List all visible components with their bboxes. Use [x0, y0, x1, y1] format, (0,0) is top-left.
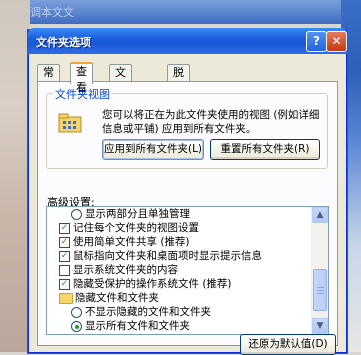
tab-offline-files[interactable]: 脱机文件 — [167, 64, 190, 127]
dialog-titlebar[interactable]: 文件夹选项 ? ✕ — [28, 28, 347, 54]
view-tab-panel: 文件夹视图 您可以将正在为此文件夹使用的视图 (例如详细信息或平铺) 应用到所有… — [37, 81, 338, 346]
advanced-setting-row[interactable]: ✓ 隐藏受保护的操作系统文件 (推荐) — [47, 277, 310, 291]
setting-label: 记住每个文件夹的视图设置 — [73, 222, 199, 234]
dialog-title: 文件夹选项 — [36, 36, 91, 49]
folder-views-group: 文件夹视图 您可以将正在为此文件夹使用的视图 (例如详细信息或平铺) 应用到所有… — [46, 86, 328, 169]
folder-icon — [59, 293, 73, 304]
folder-views-description: 您可以将正在为此文件夹使用的视图 (例如详细信息或平铺) 应用到所有文件夹。 — [102, 109, 320, 135]
advanced-settings-list[interactable]: 显示两部分且单独管理 ✓ 记住每个文件夹的视图设置 ✓ 使用简单文件共享 (推荐) ✓ 鼠标… — [46, 206, 329, 335]
setting-checkbox[interactable]: ✓ — [59, 251, 70, 262]
scroll-thumb-grip — [317, 287, 324, 288]
advanced-setting-row[interactable]: 不显示隐藏的文件和文件夹 — [47, 305, 310, 319]
setting-label: 使用简单文件共享 (推荐) — [73, 236, 190, 248]
setting-label: 显示两部分且单独管理 — [85, 208, 190, 220]
background-window-titlebar: 调本文文 — [0, 0, 361, 24]
scroll-thumb[interactable] — [313, 269, 327, 311]
tab-view[interactable]: 查看 — [70, 62, 93, 94]
scroll-down-button[interactable]: ▼ — [312, 318, 328, 334]
folder-options-dialog: 文件夹选项 ? ✕ 常规 查看 文件类型 脱机文件 文件夹视图 您可以将正在为此… — [28, 28, 347, 355]
background-window-title: 调本文文 — [30, 6, 74, 19]
close-button[interactable]: ✕ — [326, 31, 347, 52]
tab-general[interactable]: 常规 — [37, 64, 60, 95]
setting-checkbox[interactable]: ✓ — [59, 237, 70, 248]
setting-label: 显示系统文件夹的内容 — [73, 264, 178, 276]
setting-label: 隐藏已知文件类型的扩展名 — [73, 333, 199, 334]
list-scrollbar[interactable]: ▲ ▼ — [311, 207, 328, 334]
advanced-setting-row[interactable]: 隐藏文件和文件夹 — [47, 291, 310, 305]
setting-checkbox[interactable]: ✓ — [59, 279, 70, 290]
setting-radio[interactable] — [71, 321, 82, 332]
apply-to-all-folders-button[interactable]: 应用到所有文件夹(L) — [102, 139, 204, 160]
setting-radio[interactable] — [71, 209, 82, 220]
advanced-setting-row[interactable]: 显示所有文件和文件夹 — [47, 319, 310, 333]
advanced-setting-row[interactable]: ✓ 鼠标指向文件夹和桌面项时显示提示信息 — [47, 249, 310, 263]
advanced-setting-row[interactable]: 显示两部分且单独管理 — [47, 207, 310, 221]
setting-label: 隐藏文件和文件夹 — [75, 292, 159, 304]
scroll-thumb-grip — [317, 290, 324, 291]
setting-radio[interactable] — [71, 307, 82, 318]
setting-checkbox[interactable]: ✓ — [59, 223, 70, 234]
setting-label: 隐藏受保护的操作系统文件 (推荐) — [73, 278, 232, 290]
setting-label: 不显示隐藏的文件和文件夹 — [85, 306, 211, 318]
tab-file-types[interactable]: 文件类型 — [109, 64, 132, 127]
setting-label: 显示所有文件和文件夹 — [85, 320, 190, 332]
setting-checkbox[interactable] — [59, 265, 70, 276]
scroll-thumb-grip — [317, 293, 324, 294]
advanced-setting-row[interactable]: 显示系统文件夹的内容 — [47, 263, 310, 277]
advanced-setting-row[interactable]: ✓ 使用简单文件共享 (推荐) — [47, 235, 310, 249]
reset-all-folders-button[interactable]: 重置所有文件夹(R) — [210, 139, 320, 160]
scroll-up-button[interactable]: ▲ — [312, 207, 328, 223]
advanced-settings-items: 显示两部分且单独管理 ✓ 记住每个文件夹的视图设置 ✓ 使用简单文件共享 (推荐) ✓ 鼠标… — [47, 207, 310, 334]
background-photo — [0, 0, 30, 352]
advanced-setting-row[interactable]: ✓ 记住每个文件夹的视图设置 — [47, 221, 310, 235]
help-button[interactable]: ? — [306, 31, 327, 52]
folder-views-icon — [58, 113, 82, 133]
setting-label: 鼠标指向文件夹和桌面项时显示提示信息 — [73, 250, 262, 262]
